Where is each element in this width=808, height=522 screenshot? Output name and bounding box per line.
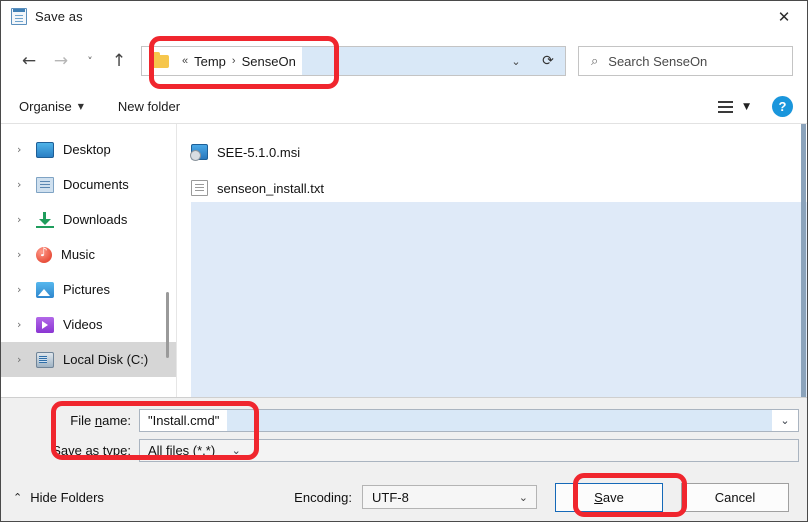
save-as-dialog: Save as ✕ ← → ˅ ↑ « Temp › SenseOn ⌄ ⟳ ⌕…	[0, 0, 808, 522]
documents-icon	[36, 176, 54, 193]
back-button[interactable]: ←	[13, 45, 45, 77]
save-as-type-label: Save as type:	[52, 442, 131, 458]
organise-label: Organise	[19, 99, 72, 114]
encoding-value: UTF-8	[372, 489, 409, 505]
chevron-down-icon[interactable]: ⌄	[772, 410, 798, 431]
sidebar-item-label: Music	[61, 247, 95, 262]
chevron-right-icon[interactable]: ›	[17, 353, 33, 366]
sidebar-item-label: Desktop	[63, 142, 111, 157]
chevron-right-icon[interactable]: ›	[17, 318, 33, 331]
sidebar-item-videos[interactable]: › Videos	[1, 307, 176, 342]
save-button[interactable]: Save	[555, 482, 663, 512]
search-icon: ⌕	[591, 53, 599, 69]
cancel-button[interactable]: Cancel	[681, 482, 789, 512]
selection-highlight	[191, 202, 807, 397]
breadcrumb-separator: ›	[231, 55, 236, 67]
encoding-select[interactable]: UTF-8 ⌄	[362, 485, 537, 509]
address-bar-fill	[301, 47, 501, 75]
encoding-label: Encoding:	[294, 489, 352, 505]
window-title: Save as	[35, 9, 83, 24]
sidebar-item-downloads[interactable]: › Downloads	[1, 202, 176, 237]
sidebar-item-label: Documents	[63, 177, 129, 192]
pictures-icon	[36, 281, 54, 298]
hide-folders-button[interactable]: ⌃ Hide Folders	[13, 490, 104, 505]
save-as-type-select[interactable]: All files (*.*) ⌄	[139, 438, 799, 462]
file-name-label: senseon_install.txt	[217, 180, 324, 196]
organise-button[interactable]: Organise ▼	[19, 99, 84, 114]
refresh-icon[interactable]: ⟳	[531, 47, 565, 75]
sidebar-item-label: Local Disk (C:)	[63, 352, 149, 367]
dialog-footer: ⌃ Hide Folders Encoding: UTF-8 ⌄ Save Ca…	[1, 473, 807, 521]
breadcrumb-overflow[interactable]: «	[182, 55, 188, 67]
chevron-down-icon[interactable]: ⌄	[501, 47, 531, 75]
file-name-input[interactable]: "Install.cmd" ⌄	[139, 408, 799, 432]
sidebar-item-pictures[interactable]: › Pictures	[1, 272, 176, 307]
chevron-right-icon[interactable]: ›	[17, 213, 33, 226]
file-name-value: "Install.cmd"	[140, 409, 228, 431]
forward-button[interactable]: →	[45, 45, 77, 77]
file-name-label: SEE-5.1.0.msi	[217, 144, 301, 160]
view-options-caret-icon[interactable]: ▼	[743, 102, 750, 112]
chevron-right-icon[interactable]: ›	[17, 178, 33, 191]
save-form: File name: "Install.cmd" ⌄ Save as type:…	[1, 397, 807, 473]
view-list-icon[interactable]	[718, 100, 734, 113]
command-toolbar: Organise ▼ New folder ▼ ?	[1, 90, 807, 124]
sidebar-item-desktop[interactable]: › Desktop	[1, 132, 176, 167]
breadcrumb-item-senseon[interactable]: SenseOn	[242, 54, 296, 69]
search-input[interactable]: ⌕ Search SenseOn	[578, 46, 793, 76]
navigation-sidebar: › Desktop › Documents › Downloads › Musi…	[1, 124, 177, 397]
text-file-icon	[191, 180, 208, 196]
up-button[interactable]: ↑	[103, 45, 135, 77]
save-as-type-value: All files (*.*)	[148, 442, 216, 458]
sidebar-item-label: Downloads	[63, 212, 128, 227]
title-bar: Save as ✕	[1, 1, 807, 32]
notepad-icon	[11, 8, 27, 25]
help-icon[interactable]: ?	[772, 96, 793, 117]
breadcrumb[interactable]: « Temp › SenseOn	[142, 47, 302, 75]
sidebar-item-label: Pictures	[63, 282, 110, 297]
chevron-up-icon: ⌃	[13, 490, 23, 504]
recent-locations-button[interactable]: ˅	[77, 45, 103, 77]
list-item[interactable]: SEE-5.1.0.msi	[177, 134, 807, 170]
file-list-scrollbar[interactable]	[801, 124, 806, 397]
chevron-down-icon: ⌄	[518, 490, 528, 504]
downloads-icon	[36, 211, 54, 228]
music-icon	[36, 245, 52, 263]
desktop-icon	[36, 141, 54, 158]
save-as-type-row: Save as type: All files (*.*) ⌄	[1, 437, 807, 463]
folder-icon	[152, 51, 169, 68]
videos-icon	[36, 316, 54, 333]
sidebar-item-documents[interactable]: › Documents	[1, 167, 176, 202]
breadcrumb-item-temp[interactable]: Temp	[194, 54, 226, 69]
list-item[interactable]: senseon_install.txt	[177, 170, 807, 206]
close-icon[interactable]: ✕	[761, 1, 807, 32]
file-name-label: File name:	[70, 412, 131, 428]
navigation-bar: ← → ˅ ↑ « Temp › SenseOn ⌄ ⟳ ⌕ Search Se…	[1, 32, 807, 90]
local-disk-icon	[36, 351, 54, 368]
sidebar-item-label: Videos	[63, 317, 103, 332]
msi-installer-icon	[190, 144, 208, 161]
chevron-down-icon: ▼	[77, 102, 84, 111]
address-bar[interactable]: « Temp › SenseOn ⌄ ⟳	[141, 46, 566, 76]
sidebar-scrollbar[interactable]	[166, 292, 169, 358]
file-name-row: File name: "Install.cmd" ⌄	[1, 407, 807, 433]
file-name-input-fill	[227, 409, 772, 431]
sidebar-item-local-disk[interactable]: › Local Disk (C:)	[1, 342, 176, 377]
file-list[interactable]: SEE-5.1.0.msi senseon_install.txt	[177, 124, 807, 397]
dialog-body: › Desktop › Documents › Downloads › Musi…	[1, 124, 807, 397]
search-placeholder: Search SenseOn	[608, 53, 708, 69]
new-folder-button[interactable]: New folder	[118, 99, 180, 114]
chevron-right-icon[interactable]: ›	[17, 283, 33, 296]
chevron-down-icon[interactable]: ⌄	[223, 440, 249, 461]
chevron-right-icon[interactable]: ›	[17, 143, 33, 156]
hide-folders-label: Hide Folders	[30, 489, 104, 505]
sidebar-item-music[interactable]: › Music	[1, 237, 176, 272]
chevron-right-icon[interactable]: ›	[17, 248, 33, 261]
